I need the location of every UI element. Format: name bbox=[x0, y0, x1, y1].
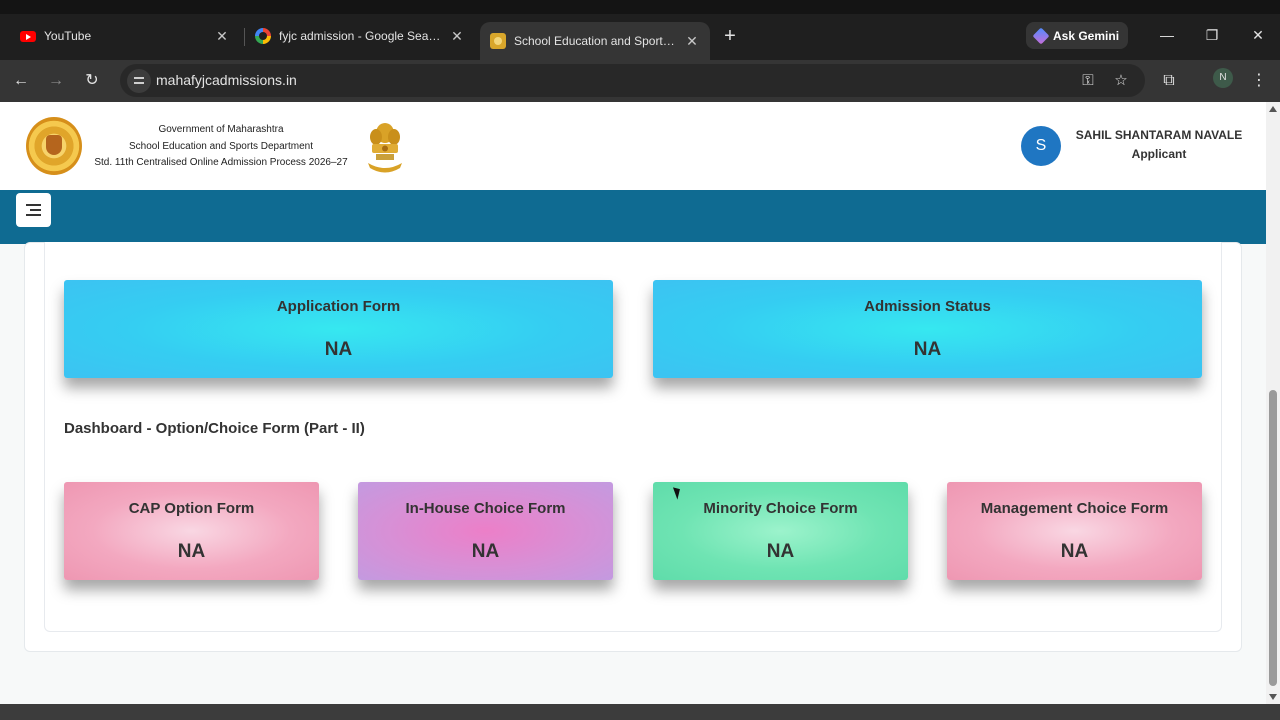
menu-indent-icon bbox=[26, 204, 41, 206]
cap-option-form-card[interactable]: CAP Option Form NA bbox=[64, 482, 319, 580]
gemini-sparkle-icon bbox=[1032, 27, 1050, 44]
gov-line-2: School Education and Sports Department bbox=[129, 140, 313, 152]
in-house-choice-form-card[interactable]: In-House Choice Form NA bbox=[358, 482, 613, 580]
card-title: In-House Choice Form bbox=[405, 500, 566, 517]
new-tab-button[interactable]: + bbox=[719, 26, 741, 48]
management-choice-form-card[interactable]: Management Choice Form NA bbox=[947, 482, 1202, 580]
card-title: Management Choice Form bbox=[980, 500, 1169, 517]
user-avatar[interactable]: S bbox=[1021, 126, 1061, 166]
card-title: Application Form bbox=[276, 298, 401, 315]
reload-icon[interactable]: ↻ bbox=[79, 68, 105, 94]
page-scrollbar[interactable] bbox=[1266, 102, 1280, 704]
back-arrow-icon[interactable]: ← bbox=[8, 68, 34, 94]
ask-gemini-button[interactable]: Ask Gemini bbox=[1026, 22, 1128, 49]
window-bottom-edge bbox=[0, 704, 1280, 720]
card-value: NA bbox=[324, 339, 353, 360]
site-header: Government of Maharashtra School Educati… bbox=[0, 102, 1266, 190]
browser-toolbar: ← → ↻ mahafyjcadmissions.in ⚿ ☆ ⧉ N ⋮ bbox=[0, 60, 1280, 102]
scrollbar-thumb[interactable] bbox=[1269, 390, 1277, 686]
scroll-up-arrow-icon[interactable] bbox=[1269, 106, 1277, 112]
site-settings-icon[interactable] bbox=[127, 69, 151, 93]
government-title-block: Government of Maharashtra School Educati… bbox=[88, 122, 354, 172]
tab-title: School Education and Sport Depar bbox=[514, 34, 676, 48]
profile-avatar[interactable]: N bbox=[1213, 68, 1233, 88]
user-name: SAHIL SHANTARAM NAVALE bbox=[1075, 128, 1243, 142]
tab-title: fyjc admission - Google Search bbox=[279, 29, 441, 43]
close-icon[interactable]: ✕ bbox=[684, 33, 700, 49]
card-title: Admission Status bbox=[864, 298, 991, 315]
card-title: Minority Choice Form bbox=[703, 500, 858, 517]
address-bar[interactable]: mahafyjcadmissions.in ⚿ ☆ bbox=[120, 64, 1145, 97]
menu-indent-icon bbox=[30, 209, 41, 211]
window-close-icon[interactable]: ✕ bbox=[1243, 24, 1273, 46]
card-value: NA bbox=[766, 541, 795, 562]
card-value: NA bbox=[177, 541, 206, 562]
bookmark-star-icon[interactable]: ☆ bbox=[1111, 71, 1131, 91]
restore-icon[interactable]: ❐ bbox=[1197, 24, 1227, 46]
forward-arrow-icon[interactable]: → bbox=[43, 68, 69, 94]
tab-search-icon[interactable]: ⧉ bbox=[1156, 68, 1182, 94]
emblem-favicon-icon bbox=[490, 33, 506, 49]
youtube-icon bbox=[20, 28, 36, 44]
page-viewport: Government of Maharashtra School Educati… bbox=[0, 102, 1266, 704]
user-role: Applicant bbox=[1131, 147, 1187, 161]
card-value: NA bbox=[1060, 541, 1089, 562]
application-form-card[interactable]: Application Form NA bbox=[64, 280, 613, 378]
navigation-band bbox=[0, 190, 1266, 244]
url-text[interactable]: mahafyjcadmissions.in bbox=[156, 72, 297, 88]
tab-youtube[interactable]: YouTube ✕ bbox=[10, 20, 240, 52]
more-menu-icon[interactable]: ⋮ bbox=[1246, 68, 1272, 94]
admission-status-card[interactable]: Admission Status NA bbox=[653, 280, 1202, 378]
maharashtra-seal-icon bbox=[26, 117, 82, 175]
national-emblem-icon bbox=[368, 123, 402, 173]
gov-line-3: Std. 11th Centralised Online Admission P… bbox=[94, 157, 348, 168]
card-value: NA bbox=[471, 541, 500, 562]
minority-choice-form-card[interactable]: Minority Choice Form NA bbox=[653, 482, 908, 580]
ask-gemini-label: Ask Gemini bbox=[1053, 28, 1120, 43]
close-icon[interactable]: ✕ bbox=[214, 28, 230, 44]
scroll-down-arrow-icon[interactable] bbox=[1269, 694, 1277, 700]
google-icon bbox=[255, 28, 271, 44]
minimize-icon[interactable]: — bbox=[1152, 24, 1182, 46]
tab-google-search[interactable]: fyjc admission - Google Search ✕ bbox=[245, 20, 475, 52]
menu-indent-icon bbox=[26, 214, 41, 216]
browser-tab-strip: YouTube ✕ fyjc admission - Google Search… bbox=[0, 0, 1280, 60]
tab-school-education[interactable]: School Education and Sport Depar ✕ bbox=[480, 22, 710, 60]
close-icon[interactable]: ✕ bbox=[449, 28, 465, 44]
window-top-edge bbox=[0, 0, 1280, 14]
gov-line-1: Government of Maharashtra bbox=[158, 124, 284, 135]
card-title: CAP Option Form bbox=[128, 500, 255, 517]
sidebar-toggle-button[interactable] bbox=[16, 193, 51, 227]
card-value: NA bbox=[913, 339, 942, 360]
password-key-icon[interactable]: ⚿ bbox=[1078, 71, 1098, 91]
tab-title: YouTube bbox=[44, 29, 92, 43]
section-title: Dashboard - Option/Choice Form (Part - I… bbox=[64, 420, 365, 437]
